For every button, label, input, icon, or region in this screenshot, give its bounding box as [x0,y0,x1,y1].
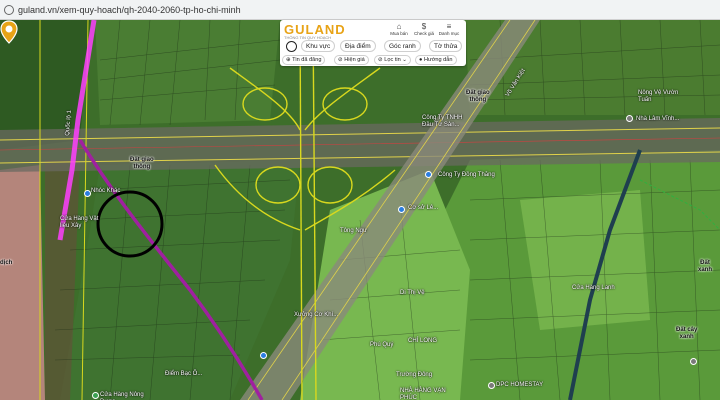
place-chi-long[interactable]: CHÍ LONG [408,338,437,344]
place-phung-canh[interactable]: NHÀ HÀNG VẠN PHÚC [400,388,446,400]
posted-listings-label: Tin đã đăng [292,57,322,63]
label-dich: dịch [0,260,13,266]
url-text[interactable]: guland.vn/xem-quy-hoach/qh-2040-2060-tp-… [18,5,241,15]
menu-icon: ≡ [446,22,452,31]
nav-to-thua[interactable]: Tờ thửa [429,40,463,52]
location-pin-icon[interactable] [0,20,18,44]
guide-label: Hướng dẫn [423,57,453,63]
map-canvas[interactable] [0,20,720,400]
dollar-icon: $ [421,22,427,31]
browser-address-bar[interactable]: guland.vn/xem-quy-hoach/qh-2040-2060-tp-… [0,0,720,20]
place-di-thi-ve[interactable]: Di Thị Vệ [400,290,425,296]
check-price-label: Check giá [413,31,434,36]
filter-dropdown[interactable]: ⊘ Lọc tin ⌄ [374,55,411,65]
place-cong-ty-dong[interactable]: Công Ty Đồng Thăng [438,172,495,178]
place-diem-bac[interactable]: Điểm Bạc Ô... [165,371,202,377]
posted-listings-toggle[interactable]: ⊕ Tin đã đăng [282,55,326,65]
place-nhoc-khac[interactable]: Nhóc Khác [91,188,120,194]
poi-marker-icon[interactable] [260,352,267,359]
location-target-icon[interactable] [286,41,297,52]
menu-label: Danh mục [438,31,460,36]
nav-khu-vuc[interactable]: Khu vực [301,40,336,52]
poi-marker-icon[interactable] [488,382,495,389]
label-green-land: Đất xanh [698,260,713,273]
poi-marker-icon[interactable] [626,115,633,122]
nav-dia-diem[interactable]: Địa điểm [340,40,376,52]
place-bac-phuong[interactable]: Cửa Hàng Vật liệu Xây [60,216,98,230]
menu-button[interactable]: ≡ Danh mục [438,22,460,38]
show-price-toggle[interactable]: ⊘ Hiện giá [334,55,369,65]
place-song-tu-thanh[interactable]: Công Ty TNHH Đầu Tư Sản... [422,115,462,129]
place-dpc-homestay[interactable]: DPC HOMESTAY [496,382,543,388]
place-tong-ngu[interactable]: Tông Ngư [340,228,367,234]
place-phu-quy[interactable]: Phú Quý [370,342,393,348]
poi-marker-icon[interactable] [690,358,697,365]
poi-marker-icon[interactable] [398,206,405,213]
filter-label: Lọc tin [384,57,401,63]
nav-goc-ranh[interactable]: Góc ranh [384,40,421,52]
check-price-button[interactable]: $ Check giá [413,22,435,38]
shop-icon: ⌂ [396,22,402,31]
zone-pink [0,165,45,400]
poi-marker-icon[interactable] [425,171,432,178]
map-view[interactable]: Đất giao thông Đất giao thông Đất xanh Đ… [0,20,720,400]
place-nha-lam[interactable]: Nhà Lâm Vĩnh... [636,116,679,122]
poi-marker-icon[interactable] [92,392,99,399]
buy-sell-button[interactable]: ⌂ Mua bán [388,22,410,38]
place-viet-thue[interactable]: Nông Vệ Vườn Tuấn [638,90,678,104]
label-land-transport-left: Đất giao thông [130,157,154,170]
place-truong-dong[interactable]: Trường Đông [396,372,432,378]
site-info-icon[interactable] [4,4,14,15]
guide-button[interactable]: ● Hướng dẫn [415,55,457,65]
show-price-label: Hiện giá [344,57,365,63]
field-nw [95,20,280,125]
field-bright [520,190,650,330]
poi-marker-icon[interactable] [84,190,91,197]
place-cong-ty-le[interactable]: Cơ sở Lê... [408,205,438,211]
place-cua-hang-nong[interactable]: Cửa Hàng Nông Dược... [100,392,144,400]
label-land-transport-right: Đất giao thông [466,90,490,103]
buy-sell-label: Mua bán [390,31,408,36]
place-xuong-co-khi[interactable]: Xưởng Cơ Khí... [294,312,338,318]
label-tree-land: Đất cây xanh [676,327,698,340]
place-cuahang-lanh[interactable]: Cửa Hàng Lanh [572,285,615,291]
